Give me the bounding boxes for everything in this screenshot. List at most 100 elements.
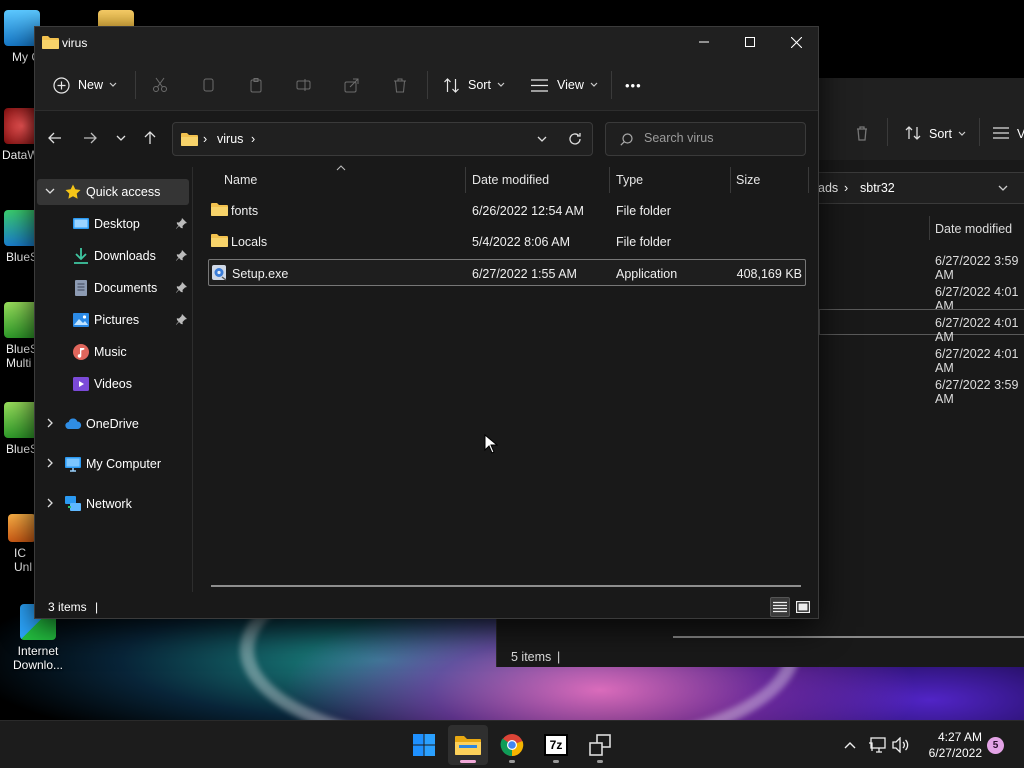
minimize-button[interactable] [681,27,727,57]
rename-button[interactable] [293,74,315,96]
breadcrumb-separator[interactable]: › [251,132,255,146]
pin-icon[interactable] [176,250,187,261]
chevron-right-icon[interactable] [44,417,56,429]
chevron-down-icon[interactable] [537,135,547,143]
column-separator[interactable] [808,167,809,193]
folder-icon [181,133,198,146]
copy-button[interactable] [197,74,219,96]
view-icon [993,127,1009,139]
horizontal-scrollbar[interactable] [211,585,801,587]
sidebar-item-my-computer[interactable]: My Computer [37,451,189,477]
chevron-down-icon [497,82,505,87]
new-button[interactable]: New [53,73,117,97]
navigation-bar: › virus › [35,112,818,164]
back-column-date[interactable]: Date modified [935,222,1012,236]
up-button[interactable] [138,126,162,150]
7zip-label: 7z [549,738,563,752]
paste-button[interactable] [245,74,267,96]
volume-tray-button[interactable] [891,735,911,755]
column-separator[interactable] [609,167,610,193]
taskbar-task-view[interactable] [580,725,620,765]
explorer-window[interactable]: virus New Sort View ••• › virus › Search… [34,26,819,619]
start-button[interactable] [404,725,444,765]
scissors-icon [153,77,167,92]
taskbar-chrome[interactable] [492,725,532,765]
chevron-down-icon[interactable] [44,185,56,197]
taskbar-file-explorer[interactable] [448,725,488,765]
column-header-type[interactable]: Type [616,173,643,193]
sort-icon [444,77,459,93]
view-button[interactable]: View [531,73,598,97]
pin-icon[interactable] [176,282,187,293]
pin-icon[interactable] [176,218,187,229]
network-tray-button[interactable] [867,735,887,755]
back-view-button[interactable]: V [1017,127,1024,141]
status-divider: | [95,600,99,614]
clock[interactable]: 4:27 AM 6/27/2022 [929,729,982,761]
recent-locations-button[interactable] [109,126,133,150]
sidebar-item-onedrive[interactable]: OneDrive [37,411,189,437]
column-separator[interactable] [730,167,731,193]
sidebar-item-documents[interactable]: Documents [37,275,189,301]
column-separator[interactable] [465,167,466,193]
file-date: 6/27/2022 1:55 AM [472,267,577,281]
taskbar-7zip[interactable]: 7z [536,725,576,765]
back-status-count: 5 items [511,650,552,664]
file-row-locals[interactable]: Locals 5/4/2022 8:06 AM File folder [208,228,806,255]
delete-icon[interactable] [853,124,871,142]
close-icon [790,36,802,48]
tray-overflow-button[interactable] [840,735,860,755]
sidebar-item-videos[interactable]: Videos [37,371,189,397]
file-date: 6/26/2022 12:54 AM [472,204,584,218]
column-header-name[interactable]: Name [224,173,257,193]
sidebar-item-music[interactable]: Music [37,339,189,365]
back-button[interactable] [43,126,67,150]
forward-button[interactable] [78,126,102,150]
search-box[interactable] [605,122,806,156]
more-options-button[interactable]: ••• [625,73,642,97]
breadcrumb-separator[interactable]: › [203,132,207,146]
address-bar[interactable]: › virus › [172,122,593,156]
details-view-button[interactable] [770,597,790,617]
sort-icon [905,126,921,140]
sidebar-item-quick-access[interactable]: Quick access [37,179,189,205]
sidebar-item-downloads[interactable]: Downloads [37,243,189,269]
sidebar-item-desktop[interactable]: Desktop [37,211,189,237]
file-row-setup-exe[interactable]: Setup.exe 6/27/2022 1:55 AM Application … [208,259,806,286]
close-button[interactable] [773,27,819,57]
windows-logo-icon [413,734,435,756]
search-input[interactable] [644,131,794,145]
title-bar[interactable]: virus [35,27,818,59]
chevron-down-icon [116,135,126,141]
pin-icon[interactable] [176,314,187,325]
more-icon: ••• [625,77,642,93]
breadcrumb-virus[interactable]: virus [217,132,243,146]
chevron-down-icon [109,82,117,87]
notification-badge[interactable]: 5 [987,737,1004,754]
tiles-view-button[interactable] [793,597,813,617]
sidebar-label: Quick access [86,185,161,199]
refresh-icon[interactable] [568,132,582,146]
sort-button[interactable]: Sort [443,73,505,97]
maximize-button[interactable] [727,27,773,57]
file-row-fonts[interactable]: fonts 6/26/2022 12:54 AM File folder [208,197,806,224]
chevron-down-icon[interactable] [998,184,1008,192]
sidebar-item-pictures[interactable]: Pictures [37,307,189,333]
sidebar-item-network[interactable]: Network [37,491,189,517]
back-horizontal-scrollbar[interactable] [673,636,1024,638]
column-header-size[interactable]: Size [736,173,760,193]
cut-button[interactable] [149,74,171,96]
item-count: 3 items [48,600,87,614]
file-type: File folder [616,204,671,218]
back-sort-button[interactable]: Sort [929,127,952,141]
share-button[interactable] [341,74,363,96]
column-header-date-modified[interactable]: Date modified [472,173,549,193]
chevron-right-icon[interactable] [44,457,56,469]
breadcrumb-segment[interactable]: sbtr32 [860,181,895,195]
7zip-icon: 7z [544,734,568,756]
rename-icon [296,79,311,91]
breadcrumb-segment[interactable]: ads [818,181,838,195]
chevron-right-icon[interactable] [44,497,56,509]
folder-icon [211,234,228,247]
delete-button[interactable] [389,74,411,96]
